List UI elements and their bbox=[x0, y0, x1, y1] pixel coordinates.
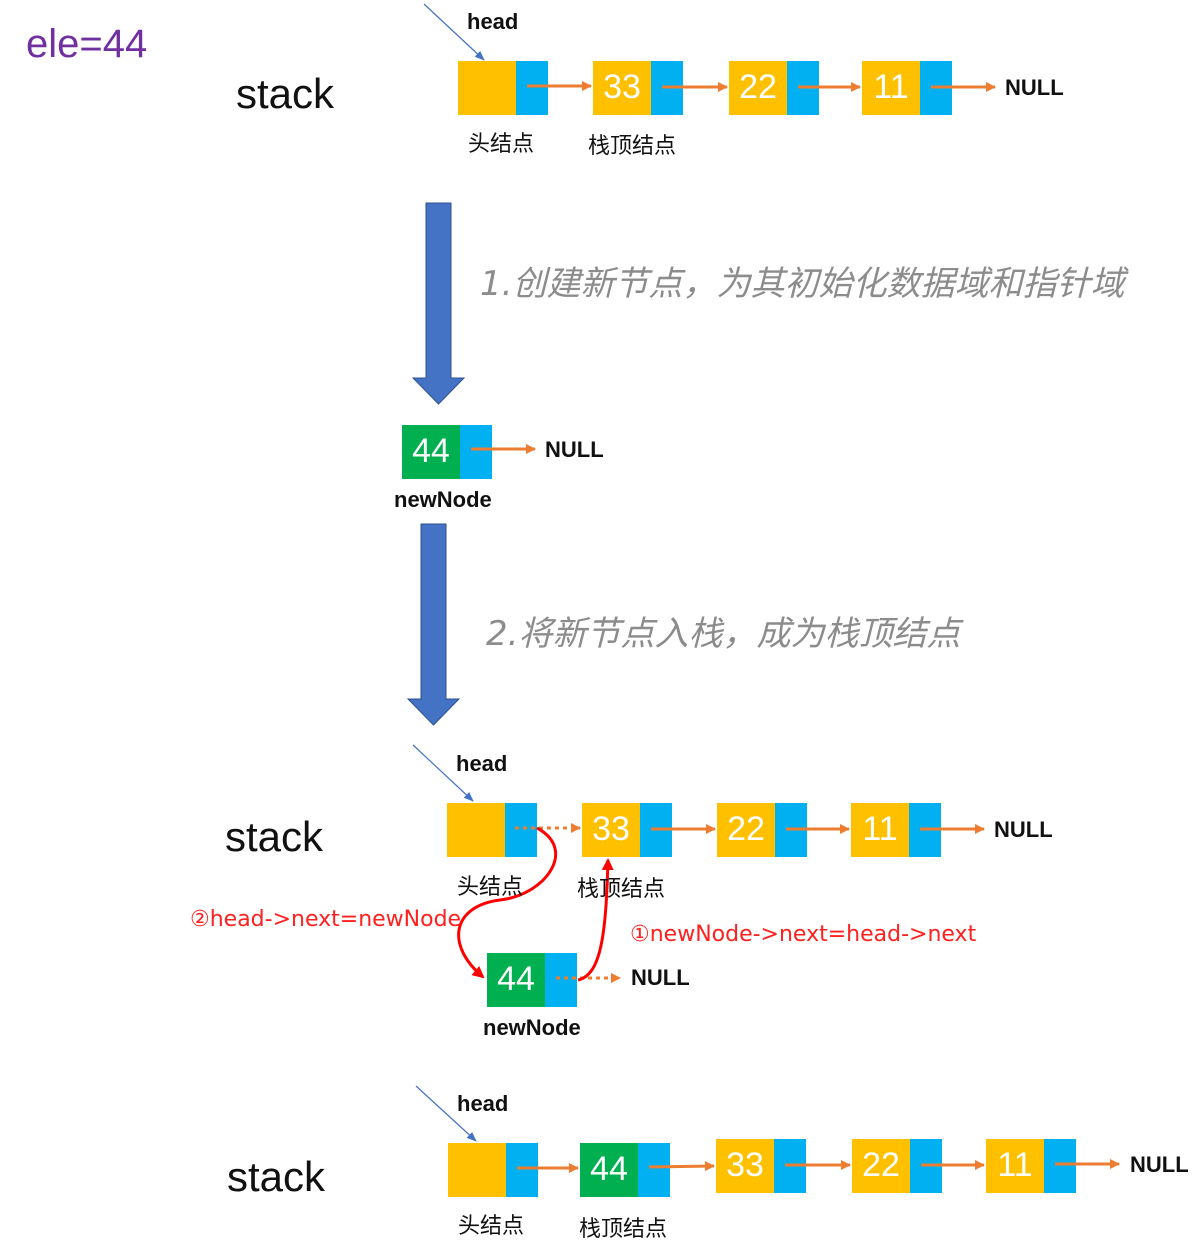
head-node-pointer-cell bbox=[505, 803, 537, 857]
head-node-data-cell bbox=[447, 803, 505, 857]
relink-op-2-annotation: ②head->next=newNode bbox=[190, 907, 462, 932]
stack-label: stack bbox=[227, 1153, 326, 1200]
node-value: 22 bbox=[739, 68, 777, 106]
step-1-caption: 1.创建新节点，为其初始化数据域和指针域 bbox=[480, 264, 1125, 304]
top-node-label: 栈顶结点 bbox=[579, 1217, 668, 1242]
null-label: NULL bbox=[545, 437, 604, 462]
new-node-label: newNode bbox=[483, 1015, 581, 1040]
node-value: 33 bbox=[592, 810, 630, 848]
node-value: 22 bbox=[727, 810, 765, 848]
node-value: 11 bbox=[862, 810, 898, 848]
node-value: 22 bbox=[862, 1146, 900, 1184]
new-node-pointer-cell bbox=[638, 1143, 670, 1197]
step-down-arrow bbox=[406, 523, 461, 726]
null-label: NULL bbox=[1130, 1152, 1189, 1177]
title-ele: ele=44 bbox=[26, 22, 148, 66]
top-node-label: 栈顶结点 bbox=[588, 134, 677, 159]
stack-label: stack bbox=[236, 70, 335, 117]
node-pointer-cell bbox=[1044, 1139, 1076, 1193]
new-node-value: 44 bbox=[412, 432, 450, 470]
head-label: head bbox=[456, 751, 508, 776]
relink-op-1-annotation: ①newNode->next=head->next bbox=[630, 922, 977, 947]
head-node-label: 头结点 bbox=[457, 875, 524, 900]
head-node-pointer-cell bbox=[506, 1143, 538, 1197]
new-node-value: 44 bbox=[497, 960, 535, 998]
node-value: 33 bbox=[726, 1146, 764, 1184]
null-label: NULL bbox=[994, 817, 1053, 842]
top-node-label: 栈顶结点 bbox=[577, 877, 666, 902]
node-value: 11 bbox=[873, 68, 909, 106]
new-node-pointer-cell bbox=[545, 953, 577, 1007]
new-node-pointer-cell bbox=[460, 425, 492, 479]
head-node-label: 头结点 bbox=[468, 132, 535, 157]
head-label: head bbox=[457, 1091, 509, 1116]
head-node-data-cell bbox=[448, 1143, 506, 1197]
next-pointer-arrow bbox=[648, 1161, 715, 1172]
null-label: NULL bbox=[631, 965, 690, 990]
step-2-caption: 2.将新节点入栈，成为栈顶结点 bbox=[486, 614, 961, 654]
node-value: 11 bbox=[997, 1146, 1033, 1184]
stack-label: stack bbox=[225, 813, 324, 860]
head-node-pointer-cell bbox=[516, 61, 548, 115]
null-label: NULL bbox=[1005, 75, 1064, 100]
step-down-arrow bbox=[411, 202, 466, 405]
node-value: 44 bbox=[590, 1150, 628, 1188]
head-node-label: 头结点 bbox=[458, 1214, 525, 1239]
head-label: head bbox=[467, 9, 519, 34]
head-node-data-cell bbox=[458, 61, 516, 115]
diagram-canvas: ele=44 stack head 33 22 11 NULL 头结点 栈顶结点… bbox=[0, 0, 1204, 1254]
new-node-label: newNode bbox=[394, 487, 492, 512]
node-value: 33 bbox=[603, 68, 641, 106]
